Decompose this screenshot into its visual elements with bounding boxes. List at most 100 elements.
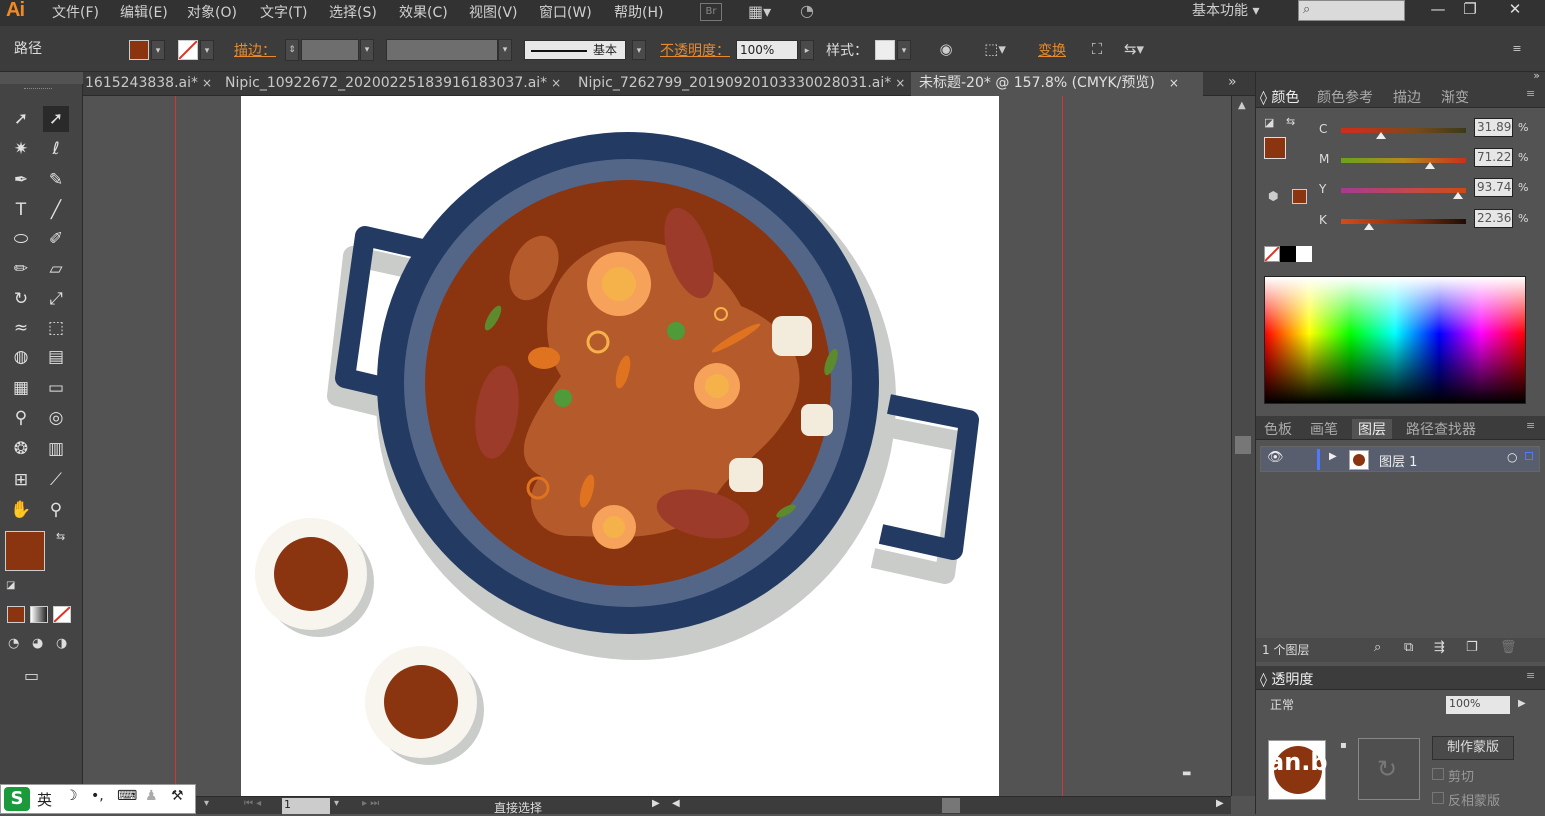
- column-graph-tool-icon[interactable]: ▥: [43, 436, 69, 462]
- search-input[interactable]: ⌕: [1298, 0, 1405, 21]
- stroke-weight-dropdown[interactable]: ▾: [360, 39, 374, 61]
- status-menu-icon[interactable]: ▶: [652, 798, 660, 809]
- gradient-tool-icon[interactable]: ▭: [43, 375, 69, 401]
- fill-color-box[interactable]: [5, 531, 45, 571]
- rotate-tool-icon[interactable]: ↻: [8, 286, 34, 312]
- keyboard-icon[interactable]: ⌨: [117, 788, 137, 804]
- graphic-style-dropdown[interactable]: ▾: [897, 40, 911, 60]
- tab-stroke[interactable]: 描边: [1393, 87, 1421, 107]
- tab-close-icon[interactable]: ×: [895, 76, 905, 90]
- channel-slider[interactable]: [1341, 188, 1466, 193]
- bridge-icon[interactable]: Br: [700, 3, 722, 21]
- channel-value-input[interactable]: 22.36: [1474, 209, 1513, 228]
- menu-edit[interactable]: 编辑(E): [120, 2, 168, 22]
- vertical-scrollbar[interactable]: ▲: [1231, 96, 1255, 796]
- close-button[interactable]: ✕: [1497, 0, 1533, 22]
- brush-dropdown[interactable]: ▾: [632, 40, 646, 60]
- menu-help[interactable]: 帮助(H): [614, 2, 663, 22]
- blend-mode[interactable]: 正常: [1270, 696, 1294, 713]
- minimize-button[interactable]: —: [1420, 0, 1456, 22]
- clipping-mask-icon[interactable]: ⧉: [1404, 640, 1413, 655]
- transparency-opacity-input[interactable]: 100%: [1446, 696, 1510, 714]
- perspective-grid-tool-icon[interactable]: ▤: [43, 344, 69, 370]
- none-mode-icon[interactable]: [53, 606, 71, 623]
- menu-file[interactable]: 文件(F): [52, 2, 99, 22]
- tab-color[interactable]: ◊ 颜色: [1260, 87, 1299, 107]
- link-icon[interactable]: ▪: [1340, 740, 1347, 751]
- expand-arrow-icon[interactable]: ▶: [1329, 451, 1337, 462]
- swap-icon[interactable]: ⇆: [1286, 115, 1295, 128]
- tab-pathfinder[interactable]: 路径查找器: [1406, 419, 1476, 439]
- isolate-object-icon[interactable]: ⛶: [1085, 37, 1109, 61]
- screen-mode-icon[interactable]: ▭: [24, 666, 39, 685]
- tab-gradient[interactable]: 渐变: [1441, 87, 1469, 107]
- black-swatch[interactable]: [1280, 246, 1296, 262]
- arrange-documents-icon[interactable]: ▦▾: [748, 2, 771, 21]
- tab-close-icon[interactable]: ×: [551, 76, 561, 90]
- ime-lang[interactable]: 英: [37, 789, 52, 810]
- default-fill-stroke-icon[interactable]: ◪: [1264, 116, 1274, 129]
- free-transform-tool-icon[interactable]: ⬚: [43, 315, 69, 341]
- new-sublayer-icon[interactable]: ⇶: [1434, 640, 1445, 655]
- tab-close-icon[interactable]: ×: [202, 76, 212, 90]
- magic-wand-tool-icon[interactable]: ✷: [8, 136, 34, 162]
- blend-tool-icon[interactable]: ◎: [43, 405, 69, 431]
- selection-indicator[interactable]: [1525, 452, 1533, 460]
- opacity-dropdown[interactable]: ▸: [800, 40, 814, 60]
- slider-thumb[interactable]: [1425, 162, 1435, 169]
- menu-window[interactable]: 窗口(W): [539, 2, 592, 22]
- gradient-mode-icon[interactable]: [30, 606, 48, 623]
- zoom-dropdown-icon[interactable]: ▾: [204, 798, 209, 809]
- transparency-menu-icon[interactable]: ≡: [1526, 669, 1535, 682]
- tab-layers[interactable]: 图层: [1352, 419, 1392, 439]
- make-mask-button[interactable]: 制作蒙版: [1432, 736, 1514, 760]
- delete-layer-icon[interactable]: 🗑: [1500, 640, 1517, 655]
- type-tool-icon[interactable]: T: [8, 197, 34, 223]
- workspace-switcher[interactable]: 基本功能 ▾: [1192, 0, 1259, 20]
- layer-name[interactable]: 图层 1: [1379, 451, 1417, 470]
- tab-swatches[interactable]: 色板: [1264, 419, 1292, 439]
- layers-menu-icon[interactable]: ≡: [1526, 419, 1535, 432]
- mask-thumbnail[interactable]: ↻: [1358, 738, 1420, 800]
- new-layer-icon[interactable]: ❐: [1466, 640, 1478, 655]
- symbol-sprayer-tool-icon[interactable]: ❂: [8, 436, 34, 462]
- locate-object-icon[interactable]: ⌕: [1374, 640, 1381, 655]
- page-input[interactable]: 1: [282, 798, 330, 814]
- hotpot-illustration[interactable]: [241, 96, 999, 796]
- swap-fill-stroke-icon[interactable]: ⇆: [56, 530, 65, 543]
- first-page-icon[interactable]: ⏮ ◂: [244, 798, 261, 809]
- opacity-arrow-icon[interactable]: ▶: [1518, 698, 1526, 709]
- channel-slider[interactable]: [1341, 219, 1466, 224]
- hscroll-right-icon[interactable]: ▶: [1216, 798, 1224, 809]
- out-of-gamut-icon[interactable]: ⬢: [1268, 189, 1278, 203]
- opacity-input[interactable]: 100%: [736, 40, 798, 60]
- slice-tool-icon[interactable]: ⟋: [43, 467, 69, 493]
- panel-fill-swatch[interactable]: [1264, 137, 1286, 159]
- none-swatch[interactable]: [1264, 246, 1280, 262]
- collapse-dock-icon[interactable]: »: [1533, 69, 1540, 82]
- default-colors-icon[interactable]: ◪: [6, 580, 15, 591]
- recolor-artwork-icon[interactable]: ◉: [934, 37, 958, 61]
- wrench-icon[interactable]: ⚒: [171, 788, 184, 804]
- punctuation-icon[interactable]: •,: [91, 788, 104, 804]
- tab-transparency[interactable]: ◊ 透明度: [1260, 669, 1313, 689]
- target-icon[interactable]: ○: [1507, 450, 1517, 464]
- scale-tool-icon[interactable]: ⤢: [43, 286, 69, 312]
- direct-selection-tool-icon[interactable]: ➚: [43, 106, 69, 132]
- more-options-icon[interactable]: ⇆▾: [1122, 37, 1146, 61]
- tab-document-1[interactable]: 1615243838.ai* ×: [83, 72, 215, 96]
- scroll-thumb[interactable]: [1235, 436, 1251, 454]
- clip-checkbox[interactable]: [1432, 768, 1444, 780]
- control-menu-icon[interactable]: ≡: [1505, 37, 1529, 61]
- stroke-label[interactable]: 描边：: [234, 40, 276, 60]
- user-icon[interactable]: ♟: [145, 788, 158, 804]
- dock-header[interactable]: »: [1256, 69, 1545, 84]
- stroke-weight-stepper[interactable]: ⇕: [285, 39, 299, 61]
- lasso-tool-icon[interactable]: ℓ: [43, 136, 69, 162]
- artboard-tool-icon[interactable]: ⊞: [8, 467, 34, 493]
- draw-inside-icon[interactable]: ◑: [56, 636, 67, 651]
- panel-menu-icon[interactable]: ≡: [1526, 87, 1535, 100]
- menu-view[interactable]: 视图(V): [469, 2, 518, 22]
- tabs-overflow-icon[interactable]: »: [1228, 74, 1237, 90]
- artboard[interactable]: [241, 96, 999, 796]
